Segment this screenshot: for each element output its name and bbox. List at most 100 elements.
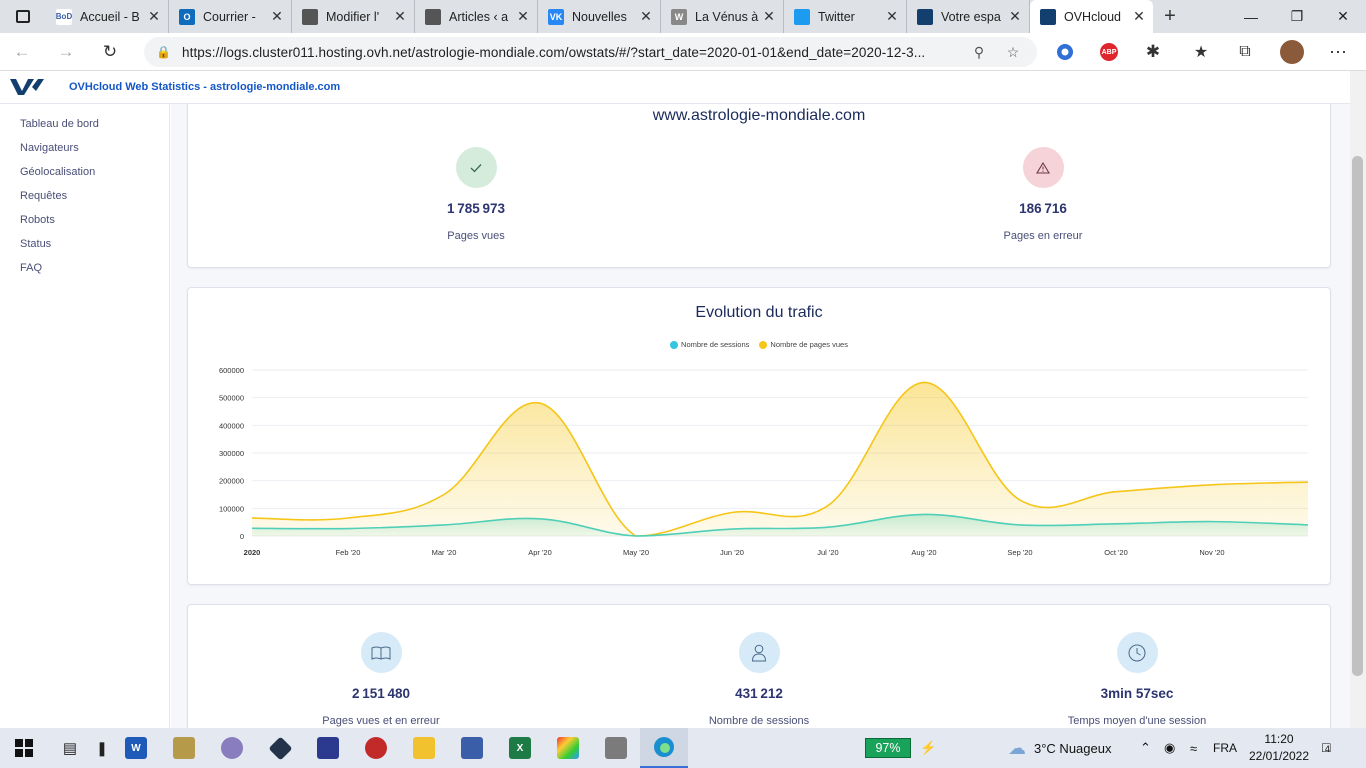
app-button-4[interactable]: [256, 728, 304, 768]
folder-icon: [413, 737, 435, 759]
language-indicator[interactable]: FRA: [1213, 728, 1237, 768]
main-content: www.astrologie-mondiale.com 1 785 973 Pa…: [171, 104, 1350, 728]
word-icon: W: [125, 737, 147, 759]
y-tick-label: 400000: [219, 421, 244, 430]
vertical-scrollbar[interactable]: [1350, 71, 1366, 728]
edge-app-button[interactable]: [640, 728, 688, 768]
clock[interactable]: 11:20 22/01/2022: [1244, 731, 1314, 765]
close-window-button[interactable]: ✕: [1320, 0, 1366, 33]
sessions-value: 431 212: [735, 686, 783, 701]
close-tab-icon[interactable]: ✕: [515, 8, 531, 25]
browser-tab[interactable]: VK Nouvelles ✕: [538, 0, 661, 33]
calculator-app-button[interactable]: [592, 728, 640, 768]
taskbar-separator: ❚: [92, 728, 112, 768]
minimize-button[interactable]: —: [1228, 0, 1274, 33]
wifi-icon[interactable]: ≈: [1190, 728, 1197, 768]
power-plug-icon[interactable]: ⚡: [920, 728, 936, 768]
pages-views-stat: 1 785 973 Pages vues: [376, 147, 576, 242]
excel-app-button[interactable]: X: [496, 728, 544, 768]
sidebar-item-dashboard[interactable]: Tableau de bord: [0, 117, 169, 141]
tray-overflow-button[interactable]: ⌃: [1140, 728, 1151, 768]
browser-tab[interactable]: W La Vénus à ✕: [661, 0, 784, 33]
adblock-icon: ABP: [1100, 43, 1118, 61]
app-button-6[interactable]: [352, 728, 400, 768]
printer-app-button[interactable]: [448, 728, 496, 768]
camera-icon[interactable]: ◉: [1164, 728, 1175, 768]
sessions-label: Nombre de sessions: [708, 715, 810, 727]
adblock-button[interactable]: ABP: [1089, 33, 1129, 71]
word-app-button[interactable]: W: [112, 728, 160, 768]
browser-tab[interactable]: Articles ‹ a ✕: [415, 0, 538, 33]
close-tab-icon[interactable]: ✕: [761, 8, 777, 25]
sidebar-item-robots[interactable]: Robots: [0, 213, 169, 237]
close-tab-icon[interactable]: ✕: [884, 8, 900, 25]
browser-tab[interactable]: OVHcloud ✕: [1030, 0, 1153, 33]
sessions-stat: 431 212 Nombre de sessions: [659, 632, 859, 727]
x-tick-label: May '20: [623, 548, 649, 557]
pages-errors-label: Pages en erreur: [1003, 230, 1083, 242]
book-icon: [360, 632, 402, 673]
app-button-10[interactable]: [544, 728, 592, 768]
sidebar-item-requests[interactable]: Requêtes: [0, 189, 169, 213]
y-tick-label: 600000: [219, 366, 244, 375]
notification-button[interactable]: □ 4: [1322, 739, 1344, 757]
back-button[interactable]: ←: [0, 42, 44, 62]
extensions-button[interactable]: ✱: [1133, 33, 1173, 71]
settings-menu-button[interactable]: ⋯: [1318, 33, 1358, 71]
ovh-logo-icon: [10, 79, 44, 95]
battery-indicator[interactable]: 97%: [865, 738, 911, 758]
sidebar-item-status[interactable]: Status: [0, 237, 169, 261]
calculator-icon: [605, 737, 627, 759]
app-button-2[interactable]: [160, 728, 208, 768]
browser-tab[interactable]: Votre espa ✕: [907, 0, 1030, 33]
task-view-button[interactable]: ▤: [48, 728, 92, 768]
weather-text: 3°C Nuageux: [1034, 740, 1112, 756]
refresh-button[interactable]: ↻: [88, 42, 132, 62]
maximize-button[interactable]: ❐: [1274, 0, 1320, 33]
profile-button[interactable]: [1272, 33, 1312, 71]
favorite-star-icon[interactable]: ☆: [996, 44, 1030, 61]
browser-tab[interactable]: Twitter ✕: [784, 0, 907, 33]
pages-views-label: Pages vues: [447, 230, 505, 242]
zoom-icon[interactable]: ⚲: [962, 44, 996, 61]
url-text[interactable]: https://logs.cluster011.hosting.ovh.net/…: [182, 45, 962, 60]
forward-button[interactable]: →: [44, 42, 88, 62]
address-bar[interactable]: 🔒 https://logs.cluster011.hosting.ovh.ne…: [144, 37, 1037, 67]
details-card: 2 151 480 Pages vues et en erreur 431 21…: [187, 604, 1331, 728]
browser-tab[interactable]: O Courrier - ✕: [169, 0, 292, 33]
extension-button[interactable]: [1045, 33, 1085, 71]
collections-icon: ⧉: [1239, 43, 1251, 60]
bod-icon: BoD: [56, 8, 72, 25]
save-app-button[interactable]: [304, 728, 352, 768]
close-tab-icon[interactable]: ✕: [269, 8, 285, 25]
close-tab-icon[interactable]: ✕: [1007, 8, 1023, 25]
close-tab-icon[interactable]: ✕: [638, 8, 654, 25]
pages-errors-value: 186 716: [1019, 201, 1067, 216]
file-explorer-button[interactable]: [400, 728, 448, 768]
scrollbar-thumb[interactable]: [1352, 156, 1363, 676]
tab-actions-menu-button[interactable]: [0, 0, 46, 33]
browser-tab[interactable]: Modifier l' ✕: [292, 0, 415, 33]
tab-title: OVHcloud: [1064, 9, 1121, 24]
lock-icon[interactable]: 🔒: [156, 45, 172, 59]
x-tick-label: Nov '20: [1199, 548, 1224, 557]
total-pages-label: Pages vues et en erreur: [322, 715, 440, 727]
new-tab-button[interactable]: +: [1153, 5, 1187, 28]
close-tab-icon[interactable]: ✕: [392, 8, 408, 25]
sidebar-item-geolocation[interactable]: Géolocalisation: [0, 165, 169, 189]
favorites-button[interactable]: ★: [1181, 33, 1221, 71]
browser-tab[interactable]: BoD Accueil - B ✕: [46, 0, 169, 33]
ovh-icon: [917, 8, 933, 25]
app-title: OVHcloud Web Statistics - astrologie-mon…: [69, 81, 341, 93]
close-tab-icon[interactable]: ✕: [1131, 8, 1147, 25]
app-button-3[interactable]: [208, 728, 256, 768]
sidebar-item-faq[interactable]: FAQ: [0, 261, 169, 285]
collections-button[interactable]: ⧉: [1225, 33, 1265, 71]
sidebar-item-browsers[interactable]: Navigateurs: [0, 141, 169, 165]
x-tick-label: Aug '20: [911, 548, 936, 557]
close-tab-icon[interactable]: ✕: [146, 8, 162, 25]
clock-icon: [1116, 632, 1158, 673]
traffic-chart: 0 100000 200000 300000 400000 500000 600000 202…: [219, 366, 1309, 557]
start-button[interactable]: [0, 728, 48, 768]
weather-widget[interactable]: ☁ 3°C Nuageux: [1008, 728, 1111, 768]
